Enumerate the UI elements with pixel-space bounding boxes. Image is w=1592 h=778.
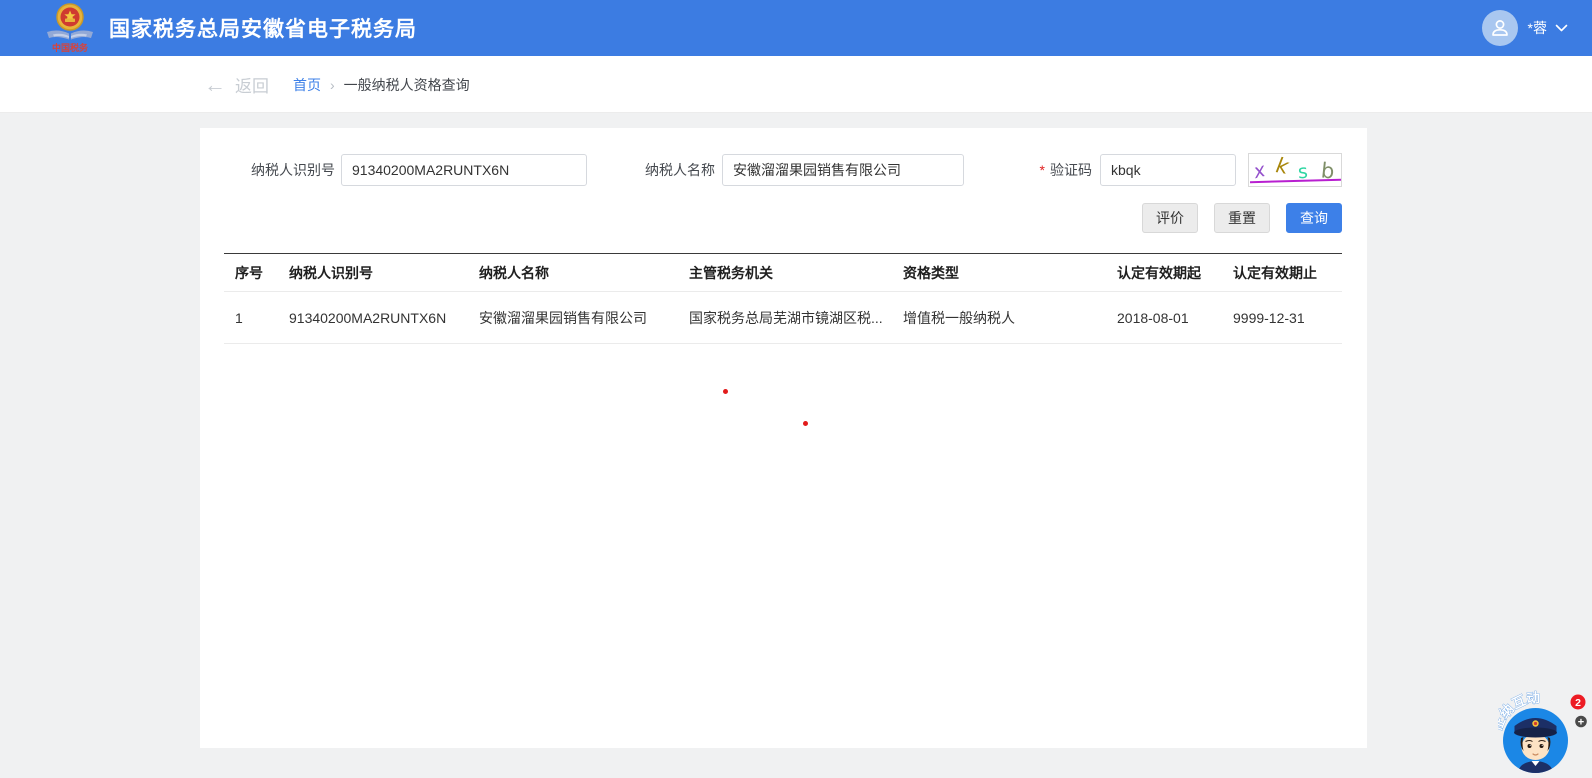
svg-text:2: 2 xyxy=(1575,697,1581,709)
reset-button[interactable]: 重置 xyxy=(1214,203,1270,233)
taxpayer-name-label: 纳税人名称 xyxy=(585,154,715,186)
result-table: 序号 纳税人识别号 纳税人名称 主管税务机关 资格类型 认定有效期起 认定有效期… xyxy=(224,253,1342,344)
taxpayer-id-label: 纳税人识别号 xyxy=(200,154,335,186)
captcha-label: * 验证码 xyxy=(988,154,1092,186)
table-header-row: 序号 纳税人识别号 纳税人名称 主管税务机关 资格类型 认定有效期起 认定有效期… xyxy=(224,253,1342,292)
app-title: 国家税务总局安徽省电子税务局 xyxy=(109,13,417,43)
evaluate-button[interactable]: 评价 xyxy=(1142,203,1198,233)
tax-bureau-logo-icon: 中国税务 xyxy=(45,2,95,54)
app-header: 中国税务 国家税务总局安徽省电子税务局 *蓉 xyxy=(0,0,1592,56)
user-area: *蓉 xyxy=(1482,0,1568,56)
action-buttons: 评价 重置 查询 xyxy=(1142,203,1342,233)
svg-text:+: + xyxy=(1578,716,1584,728)
red-marker-dot xyxy=(803,421,808,426)
logo-text: 中国税务 xyxy=(52,42,89,53)
cell-valid-from: 2018-08-01 xyxy=(1117,310,1233,326)
captcha-char: k xyxy=(1274,155,1290,178)
col-valid-from: 认定有效期起 xyxy=(1117,263,1233,283)
user-icon xyxy=(1490,18,1510,38)
captcha-char: x xyxy=(1252,161,1268,182)
breadcrumb-separator: › xyxy=(330,77,335,93)
red-marker-dot xyxy=(723,389,728,394)
taxpayer-id-input[interactable] xyxy=(341,154,587,186)
interaction-widget[interactable]: 征纳互动 2 + xyxy=(1498,680,1592,776)
avatar[interactable] xyxy=(1482,10,1518,46)
col-tax-authority: 主管税务机关 xyxy=(689,263,903,283)
cell-index: 1 xyxy=(235,310,289,326)
captcha-image[interactable]: x k s b xyxy=(1248,153,1342,187)
col-qualification: 资格类型 xyxy=(903,263,1117,283)
back-label: 返回 xyxy=(235,72,269,97)
breadcrumb-current: 一般纳税人资格查询 xyxy=(344,75,470,95)
col-taxpayer-name: 纳税人名称 xyxy=(479,263,689,283)
col-index: 序号 xyxy=(235,263,289,283)
back-arrow-icon: ← xyxy=(204,74,226,96)
required-mark: * xyxy=(1040,162,1045,178)
cell-valid-to: 9999-12-31 xyxy=(1233,310,1342,326)
back-button[interactable]: ← 返回 xyxy=(204,56,269,113)
page: 中国税务 国家税务总局安徽省电子税务局 *蓉 ← 返回 首页 › 一般纳税人资格… xyxy=(0,0,1592,778)
cell-taxpayer-id: 91340200MA2RUNTX6N xyxy=(289,310,479,326)
chevron-down-icon[interactable] xyxy=(1555,24,1568,32)
cell-tax-authority: 国家税务总局芜湖市镜湖区税... xyxy=(689,308,903,328)
table-row: 1 91340200MA2RUNTX6N 安徽溜溜果园销售有限公司 国家税务总局… xyxy=(224,292,1342,344)
expand-plus-button[interactable]: + xyxy=(1575,716,1587,729)
notification-badge: 2 xyxy=(1571,695,1586,710)
query-button[interactable]: 查询 xyxy=(1286,203,1342,233)
cell-taxpayer-name: 安徽溜溜果园销售有限公司 xyxy=(479,308,689,328)
query-panel: 纳税人识别号 纳税人名称 * 验证码 x k s b 评价 重置 查询 序号 纳税… xyxy=(200,128,1367,748)
captcha-label-text: 验证码 xyxy=(1050,162,1092,178)
col-taxpayer-id: 纳税人识别号 xyxy=(289,263,479,283)
username[interactable]: *蓉 xyxy=(1528,18,1547,38)
col-valid-to: 认定有效期止 xyxy=(1233,263,1342,283)
taxpayer-name-input[interactable] xyxy=(722,154,964,186)
breadcrumb-home-link[interactable]: 首页 xyxy=(293,75,321,95)
breadcrumb: 首页 › 一般纳税人资格查询 xyxy=(293,56,470,113)
breadcrumb-bar: ← 返回 首页 › 一般纳税人资格查询 xyxy=(0,56,1592,113)
captcha-input[interactable] xyxy=(1100,154,1236,186)
cell-qualification: 增值税一般纳税人 xyxy=(903,308,1117,328)
